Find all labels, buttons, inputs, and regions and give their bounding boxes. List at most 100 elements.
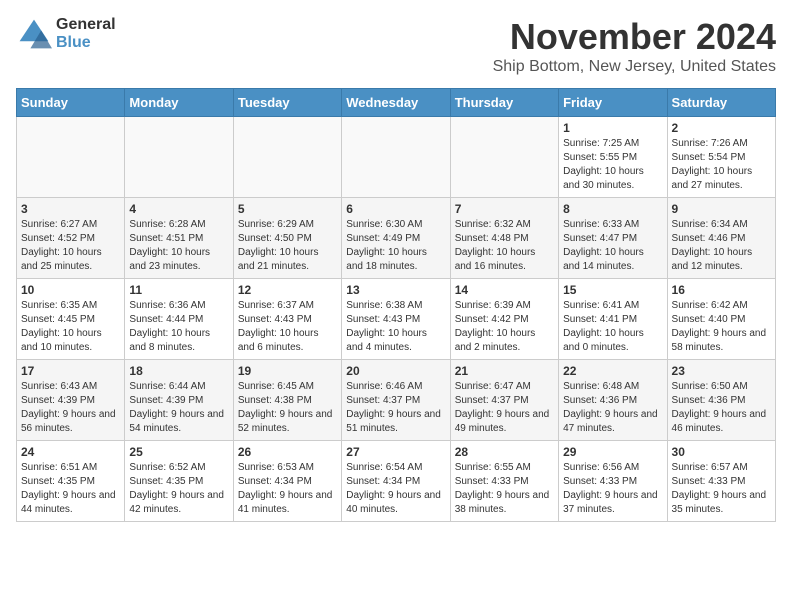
day-number: 15 bbox=[563, 283, 662, 297]
day-info: Sunrise: 6:55 AMSunset: 4:33 PMDaylight:… bbox=[455, 461, 554, 517]
calendar-cell: 14 Sunrise: 6:39 AMSunset: 4:42 PMDayligh… bbox=[450, 279, 558, 360]
day-info: Sunrise: 6:32 AMSunset: 4:48 PMDaylight:… bbox=[455, 218, 554, 274]
day-header-thursday: Thursday bbox=[450, 89, 558, 117]
day-number: 26 bbox=[238, 445, 337, 459]
day-number: 16 bbox=[672, 283, 771, 297]
day-info: Sunrise: 6:42 AMSunset: 4:40 PMDaylight:… bbox=[672, 299, 771, 355]
calendar-cell: 1 Sunrise: 7:25 AMSunset: 5:55 PMDaylight… bbox=[559, 117, 667, 198]
day-number: 9 bbox=[672, 202, 771, 216]
calendar-cell: 10Sunrise: 6:35 AMSunset: 4:45 PMDayligh… bbox=[17, 279, 125, 360]
calendar-cell: 21 Sunrise: 6:47 AMSunset: 4:37 PMDayligh… bbox=[450, 360, 558, 441]
day-header-wednesday: Wednesday bbox=[342, 89, 450, 117]
calendar-week-5: 24 Sunrise: 6:51 AMSunset: 4:35 PMDayligh… bbox=[17, 441, 776, 522]
calendar-week-1: 1 Sunrise: 7:25 AMSunset: 5:55 PMDaylight… bbox=[17, 117, 776, 198]
day-info: Sunrise: 6:52 AMSunset: 4:35 PMDaylight:… bbox=[129, 461, 228, 517]
calendar-week-3: 10Sunrise: 6:35 AMSunset: 4:45 PMDayligh… bbox=[17, 279, 776, 360]
day-info: Sunrise: 6:37 AMSunset: 4:43 PMDaylight:… bbox=[238, 299, 337, 355]
day-info: Sunrise: 6:35 AMSunset: 4:45 PMDaylight:… bbox=[21, 299, 120, 355]
day-number: 1 bbox=[563, 121, 662, 135]
calendar-cell: 26 Sunrise: 6:53 AMSunset: 4:34 PMDayligh… bbox=[233, 441, 341, 522]
calendar-cell: 6 Sunrise: 6:30 AMSunset: 4:49 PMDaylight… bbox=[342, 198, 450, 279]
day-number: 6 bbox=[346, 202, 445, 216]
calendar-cell: 9 Sunrise: 6:34 AMSunset: 4:46 PMDaylight… bbox=[667, 198, 775, 279]
calendar-cell: 20 Sunrise: 6:46 AMSunset: 4:37 PMDayligh… bbox=[342, 360, 450, 441]
calendar-cell bbox=[125, 117, 233, 198]
day-number: 27 bbox=[346, 445, 445, 459]
day-info: Sunrise: 7:25 AMSunset: 5:55 PMDaylight:… bbox=[563, 137, 662, 193]
day-number: 29 bbox=[563, 445, 662, 459]
calendar-week-4: 17Sunrise: 6:43 AMSunset: 4:39 PMDayligh… bbox=[17, 360, 776, 441]
day-number: 20 bbox=[346, 364, 445, 378]
day-info: Sunrise: 6:51 AMSunset: 4:35 PMDaylight:… bbox=[21, 461, 120, 517]
day-info: Sunrise: 6:45 AMSunset: 4:38 PMDaylight:… bbox=[238, 380, 337, 436]
day-info: Sunrise: 6:38 AMSunset: 4:43 PMDaylight:… bbox=[346, 299, 445, 355]
logo-icon bbox=[16, 16, 52, 52]
day-number: 12 bbox=[238, 283, 337, 297]
main-title: November 2024 bbox=[493, 16, 776, 58]
day-info: Sunrise: 6:46 AMSunset: 4:37 PMDaylight:… bbox=[346, 380, 445, 436]
calendar-cell: 24 Sunrise: 6:51 AMSunset: 4:35 PMDayligh… bbox=[17, 441, 125, 522]
logo-text: General Blue bbox=[56, 16, 116, 51]
day-number: 22 bbox=[563, 364, 662, 378]
day-number: 8 bbox=[563, 202, 662, 216]
calendar-cell: 11Sunrise: 6:36 AMSunset: 4:44 PMDayligh… bbox=[125, 279, 233, 360]
calendar-cell: 27 Sunrise: 6:54 AMSunset: 4:34 PMDayligh… bbox=[342, 441, 450, 522]
day-info: Sunrise: 6:47 AMSunset: 4:37 PMDaylight:… bbox=[455, 380, 554, 436]
day-info: Sunrise: 6:39 AMSunset: 4:42 PMDaylight:… bbox=[455, 299, 554, 355]
calendar-cell bbox=[233, 117, 341, 198]
calendar-cell: 3 Sunrise: 6:27 AMSunset: 4:52 PMDaylight… bbox=[17, 198, 125, 279]
day-number: 7 bbox=[455, 202, 554, 216]
day-number: 23 bbox=[672, 364, 771, 378]
day-number: 21 bbox=[455, 364, 554, 378]
calendar-cell: 13Sunrise: 6:38 AMSunset: 4:43 PMDayligh… bbox=[342, 279, 450, 360]
calendar-body: 1 Sunrise: 7:25 AMSunset: 5:55 PMDaylight… bbox=[17, 117, 776, 522]
day-number: 4 bbox=[129, 202, 228, 216]
day-number: 24 bbox=[21, 445, 120, 459]
day-number: 30 bbox=[672, 445, 771, 459]
day-number: 2 bbox=[672, 121, 771, 135]
day-info: Sunrise: 6:27 AMSunset: 4:52 PMDaylight:… bbox=[21, 218, 120, 274]
calendar-cell: 29 Sunrise: 6:56 AMSunset: 4:33 PMDayligh… bbox=[559, 441, 667, 522]
day-number: 19 bbox=[238, 364, 337, 378]
calendar-cell: 23 Sunrise: 6:50 AMSunset: 4:36 PMDayligh… bbox=[667, 360, 775, 441]
day-header-saturday: Saturday bbox=[667, 89, 775, 117]
day-number: 28 bbox=[455, 445, 554, 459]
calendar-cell: 15 Sunrise: 6:41 AMSunset: 4:41 PMDayligh… bbox=[559, 279, 667, 360]
day-number: 18 bbox=[129, 364, 228, 378]
calendar-cell: 19 Sunrise: 6:45 AMSunset: 4:38 PMDayligh… bbox=[233, 360, 341, 441]
day-info: Sunrise: 6:30 AMSunset: 4:49 PMDaylight:… bbox=[346, 218, 445, 274]
day-info: Sunrise: 6:29 AMSunset: 4:50 PMDaylight:… bbox=[238, 218, 337, 274]
day-info: Sunrise: 6:44 AMSunset: 4:39 PMDaylight:… bbox=[129, 380, 228, 436]
day-info: Sunrise: 6:50 AMSunset: 4:36 PMDaylight:… bbox=[672, 380, 771, 436]
calendar-cell: 5 Sunrise: 6:29 AMSunset: 4:50 PMDaylight… bbox=[233, 198, 341, 279]
day-info: Sunrise: 6:48 AMSunset: 4:36 PMDaylight:… bbox=[563, 380, 662, 436]
day-info: Sunrise: 6:56 AMSunset: 4:33 PMDaylight:… bbox=[563, 461, 662, 517]
calendar-cell: 25 Sunrise: 6:52 AMSunset: 4:35 PMDayligh… bbox=[125, 441, 233, 522]
calendar-cell: 30 Sunrise: 6:57 AMSunset: 4:33 PMDayligh… bbox=[667, 441, 775, 522]
day-info: Sunrise: 6:54 AMSunset: 4:34 PMDaylight:… bbox=[346, 461, 445, 517]
day-info: Sunrise: 6:57 AMSunset: 4:33 PMDaylight:… bbox=[672, 461, 771, 517]
day-info: Sunrise: 6:28 AMSunset: 4:51 PMDaylight:… bbox=[129, 218, 228, 274]
day-number: 25 bbox=[129, 445, 228, 459]
logo-blue-text: Blue bbox=[56, 34, 116, 52]
calendar-cell: 18 Sunrise: 6:44 AMSunset: 4:39 PMDayligh… bbox=[125, 360, 233, 441]
day-info: Sunrise: 6:34 AMSunset: 4:46 PMDaylight:… bbox=[672, 218, 771, 274]
day-info: Sunrise: 6:43 AMSunset: 4:39 PMDaylight:… bbox=[21, 380, 120, 436]
calendar-cell bbox=[450, 117, 558, 198]
day-info: Sunrise: 6:41 AMSunset: 4:41 PMDaylight:… bbox=[563, 299, 662, 355]
calendar-cell: 16 Sunrise: 6:42 AMSunset: 4:40 PMDayligh… bbox=[667, 279, 775, 360]
day-number: 11 bbox=[129, 283, 228, 297]
calendar-cell: 7 Sunrise: 6:32 AMSunset: 4:48 PMDaylight… bbox=[450, 198, 558, 279]
calendar-cell: 17Sunrise: 6:43 AMSunset: 4:39 PMDayligh… bbox=[17, 360, 125, 441]
day-info: Sunrise: 6:33 AMSunset: 4:47 PMDaylight:… bbox=[563, 218, 662, 274]
calendar-cell: 4 Sunrise: 6:28 AMSunset: 4:51 PMDaylight… bbox=[125, 198, 233, 279]
logo: General Blue bbox=[16, 16, 116, 52]
day-header-sunday: Sunday bbox=[17, 89, 125, 117]
day-header-friday: Friday bbox=[559, 89, 667, 117]
day-number: 5 bbox=[238, 202, 337, 216]
calendar-week-2: 3 Sunrise: 6:27 AMSunset: 4:52 PMDaylight… bbox=[17, 198, 776, 279]
day-number: 3 bbox=[21, 202, 120, 216]
subtitle: Ship Bottom, New Jersey, United States bbox=[493, 58, 776, 76]
day-number: 14 bbox=[455, 283, 554, 297]
day-info: Sunrise: 6:53 AMSunset: 4:34 PMDaylight:… bbox=[238, 461, 337, 517]
